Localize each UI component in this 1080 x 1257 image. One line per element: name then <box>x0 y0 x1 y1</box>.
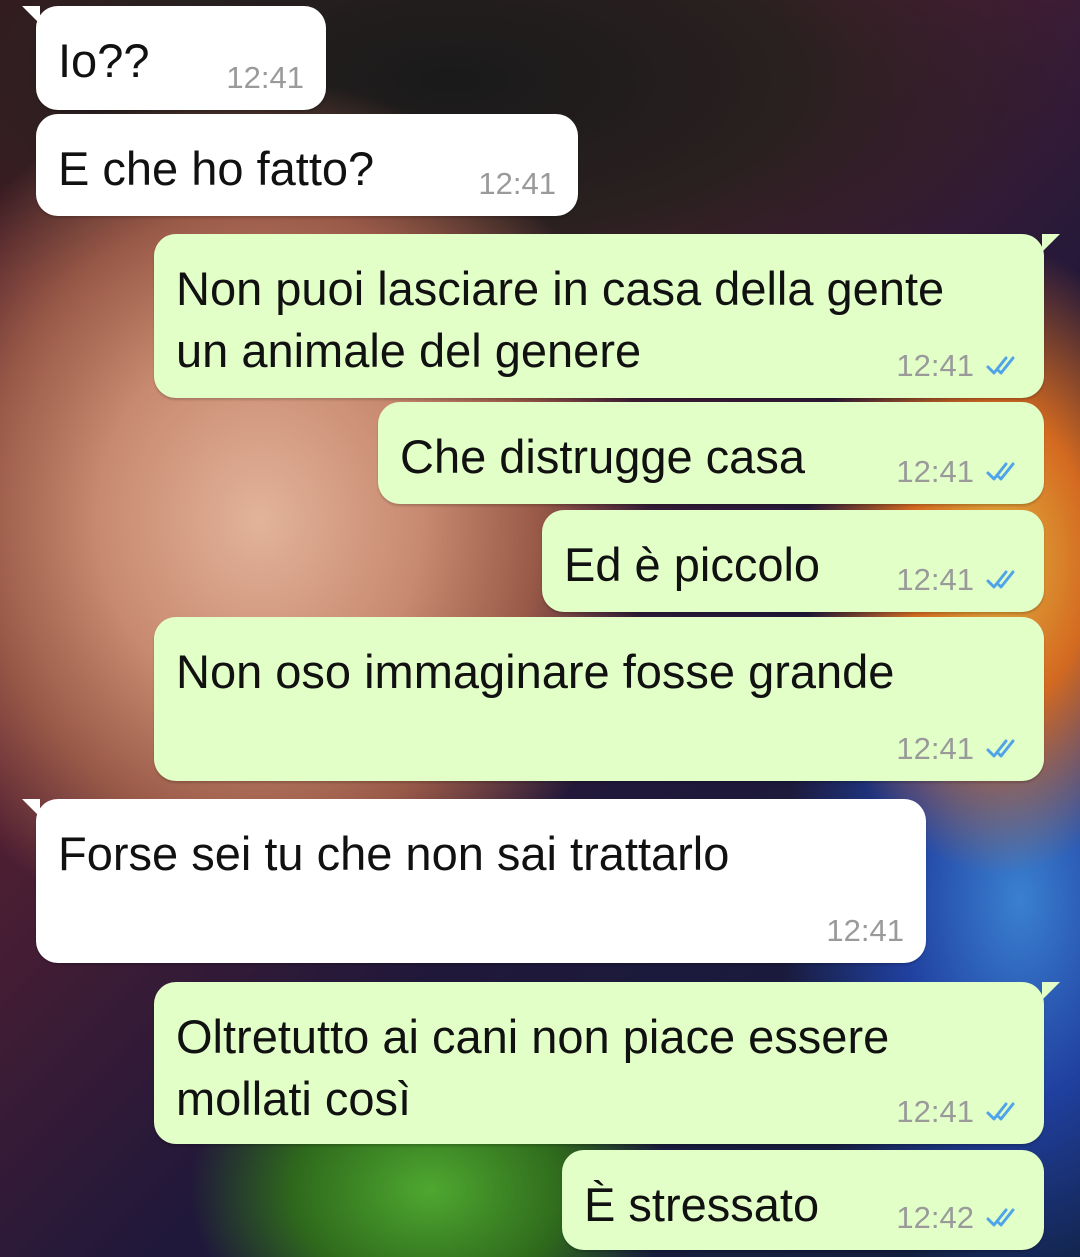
message-meta: 12:41 <box>896 731 1022 767</box>
message-meta: 12:41 <box>226 60 304 96</box>
message-time: 12:41 <box>478 166 556 201</box>
message-meta: 12:41 <box>826 913 904 949</box>
message-time: 12:41 <box>896 454 974 489</box>
outgoing-message[interactable]: Non puoi lasciare in casa della gente un… <box>154 234 1060 398</box>
outgoing-message[interactable]: Ed è piccolo 12:41 <box>542 510 1044 612</box>
read-double-check-icon <box>986 462 1015 481</box>
message-meta: 12:41 <box>896 348 1022 384</box>
outgoing-message[interactable]: Oltretutto ai cani non piace essere moll… <box>154 982 1060 1144</box>
message-meta: 12:41 <box>896 1094 1022 1130</box>
message-time: 12:42 <box>896 1200 974 1235</box>
message-time: 12:41 <box>896 731 974 766</box>
message-meta: 12:41 <box>478 166 556 202</box>
message-text: Non puoi lasciare in casa della gente un… <box>176 262 945 377</box>
message-time: 12:41 <box>826 913 904 948</box>
message-time: 12:41 <box>896 348 974 383</box>
message-text: Non oso immaginare fosse grande <box>176 645 895 698</box>
message-meta: 12:41 <box>896 562 1022 598</box>
outgoing-message[interactable]: Non oso immaginare fosse grande 12:41 <box>154 617 1044 781</box>
message-text: Oltretutto ai cani non piace essere moll… <box>176 1010 890 1125</box>
read-double-check-icon <box>986 570 1015 589</box>
message-time: 12:41 <box>226 60 304 95</box>
outgoing-message[interactable]: Che distrugge casa 12:41 <box>378 402 1044 504</box>
message-meta: 12:41 <box>896 454 1022 490</box>
read-double-check-icon <box>986 739 1015 758</box>
message-meta: 12:42 <box>896 1200 1022 1236</box>
incoming-message[interactable]: E che ho fatto? 12:41 <box>36 114 578 216</box>
incoming-message[interactable]: Io?? 12:41 <box>22 6 326 110</box>
message-text: Forse sei tu che non sai trattarlo <box>58 827 730 880</box>
chat-message-list[interactable]: Io?? 12:41 E che ho fatto? 12:41 Non puo… <box>0 0 1080 1257</box>
message-time: 12:41 <box>896 1094 974 1129</box>
message-time: 12:41 <box>896 562 974 597</box>
incoming-message[interactable]: Forse sei tu che non sai trattarlo 12:41 <box>22 799 926 963</box>
outgoing-message[interactable]: È stressato 12:42 <box>562 1150 1044 1250</box>
read-double-check-icon <box>986 356 1015 375</box>
read-double-check-icon <box>986 1208 1015 1227</box>
read-double-check-icon <box>986 1102 1015 1121</box>
